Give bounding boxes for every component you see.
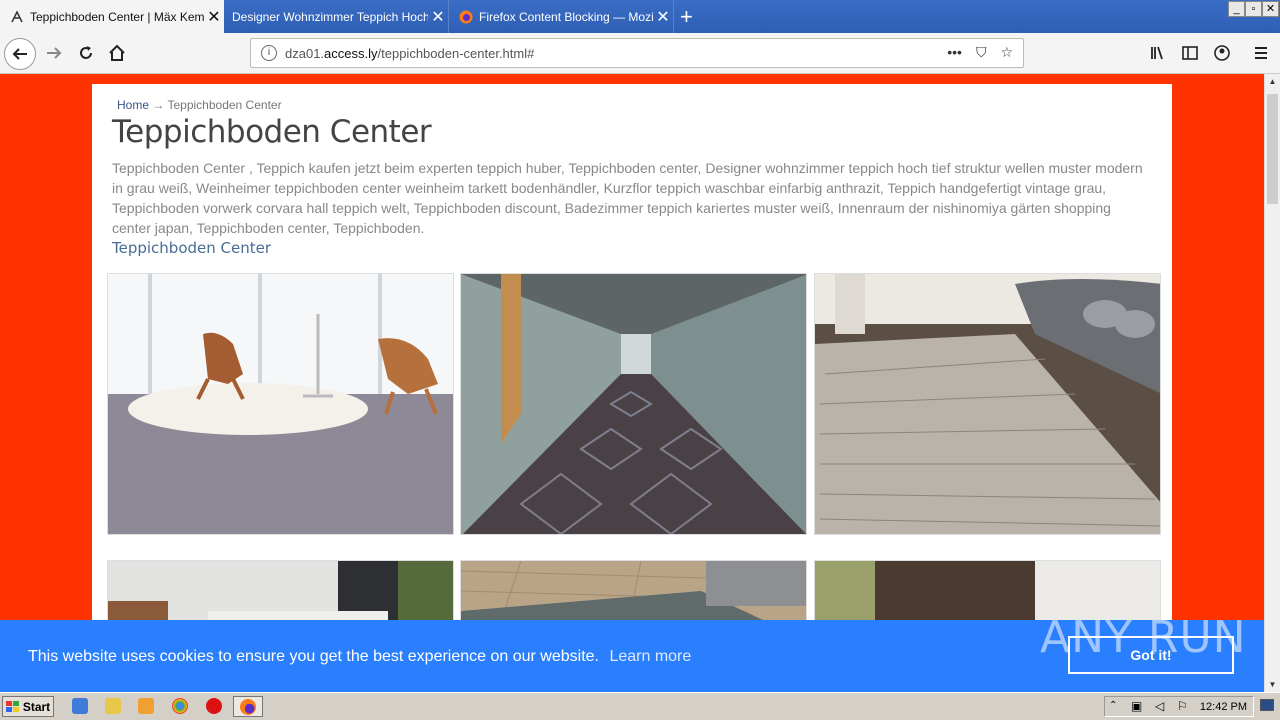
close-tab-icon[interactable]: ✕ [653,7,673,27]
menu-button[interactable] [1247,39,1275,67]
carpet-image-3[interactable] [814,273,1161,535]
forward-arrow-icon [47,47,62,59]
carpet-image-1[interactable] [107,273,454,535]
tab-strip: Teppichboden Center | Mäx Kemm ✕ Designe… [0,0,1280,33]
hamburger-menu-icon [1255,47,1267,59]
url-path: /teppichboden-center.html# [377,45,535,61]
cookie-message: This website uses cookies to ensure you … [28,648,691,666]
windows-logo-icon [5,700,19,712]
home-button[interactable] [103,39,131,67]
url-prefix: dza01. [285,45,325,61]
breadcrumb-separator: → [152,98,165,112]
start-button[interactable]: Start [2,696,54,717]
site-info-icon[interactable]: i [261,45,277,61]
bookmark-star-icon[interactable]: ☆ [1000,44,1013,61]
page-title: Teppichboden Center [112,114,432,150]
breadcrumb: Home → Teppichboden Center [117,98,282,112]
library-icon [1151,46,1163,60]
library-button[interactable] [1144,39,1172,67]
media-player-icon[interactable] [138,698,154,714]
cookie-text: This website uses cookies to ensure you … [28,648,599,665]
account-button[interactable] [1208,39,1236,67]
navigation-toolbar: i dza01. access.ly/teppichboden-center.ht… [0,33,1280,74]
sidebar-icon [1182,46,1198,60]
restore-button[interactable]: ▫ [1245,1,1262,17]
hotel-corridor-image [461,274,806,534]
tab-title: Designer Wohnzimmer Teppich Hoch Tie [232,9,428,24]
back-button[interactable] [4,38,36,70]
section-link[interactable]: Teppichboden Center [112,239,271,257]
show-desktop-icon[interactable] [1260,699,1274,711]
volume-icon[interactable]: ◁ [1155,699,1164,713]
page-actions-icon[interactable]: ••• [947,44,962,61]
tab-title: Teppichboden Center | Mäx Kemm [30,9,204,24]
account-icon [1214,45,1230,61]
page-description: Teppichboden Center , Teppich kaufen jet… [112,160,1143,236]
carpet-image-2[interactable] [460,273,807,535]
address-bar[interactable]: i dza01. access.ly/teppichboden-center.ht… [250,38,1024,68]
start-label: Start [22,699,51,714]
learn-more-link[interactable]: Learn more [609,648,691,665]
windows-taskbar: Start ⌃ ▣ ◁ ⚐ 12:42 PM [0,692,1280,720]
close-tab-icon[interactable]: ✕ [204,7,224,27]
pocket-icon[interactable]: ⛉ [976,44,987,61]
firefox-icon [240,699,256,715]
breadcrumb-home-link[interactable]: Home [117,98,149,112]
back-arrow-icon [12,48,27,60]
opera-icon[interactable] [206,698,222,714]
minimize-button[interactable]: _ [1228,1,1245,17]
url-host: access.ly [324,45,378,61]
new-tab-button[interactable]: + [680,4,693,30]
network-icon[interactable]: ▣ [1131,699,1142,713]
anyrun-watermark: ANY RUN [1040,612,1247,663]
clock: 12:42 PM [1199,700,1247,713]
internet-explorer-icon[interactable] [72,698,88,714]
firefox-icon [459,10,473,24]
site-favicon-icon [10,9,24,24]
page-scrollbar[interactable]: ▲ ▼ [1264,74,1280,692]
scroll-down-icon[interactable]: ▼ [1265,677,1280,692]
folder-icon[interactable] [105,698,121,714]
room-chairs-image [108,274,453,534]
tab-teppichboden-center[interactable]: Teppichboden Center | Mäx Kemm ✕ [0,0,224,33]
tab-designer-wohnzimmer[interactable]: Designer Wohnzimmer Teppich Hoch Tie ✕ [224,0,449,33]
chrome-icon[interactable] [172,698,188,714]
scroll-up-icon[interactable]: ▲ [1265,74,1280,89]
tab-firefox-content-blocking[interactable]: Firefox Content Blocking — Mozilla ✕ [449,0,674,33]
taskbar-firefox-button[interactable] [233,696,263,717]
page-viewport: Home → Teppichboden Center Teppichboden … [0,74,1264,692]
forward-button[interactable] [40,39,68,67]
tab-title: Firefox Content Blocking — Mozilla [479,9,653,24]
system-tray: ⌃ ▣ ◁ ⚐ 12:42 PM [1104,696,1254,717]
close-tab-icon[interactable]: ✕ [428,7,448,27]
tray-expand-icon[interactable]: ⌃ [1109,700,1117,711]
breadcrumb-current: Teppichboden Center [167,98,282,112]
living-room-rug-image [815,274,1160,534]
home-icon [109,44,125,61]
scroll-thumb[interactable] [1267,94,1278,204]
content-container: Home → Teppichboden Center Teppichboden … [92,84,1172,692]
sidebar-button[interactable] [1176,39,1204,67]
close-window-button[interactable]: ✕ [1262,1,1279,17]
flag-icon[interactable]: ⚐ [1177,699,1188,713]
reload-icon [80,46,92,59]
reload-button[interactable] [72,39,100,67]
